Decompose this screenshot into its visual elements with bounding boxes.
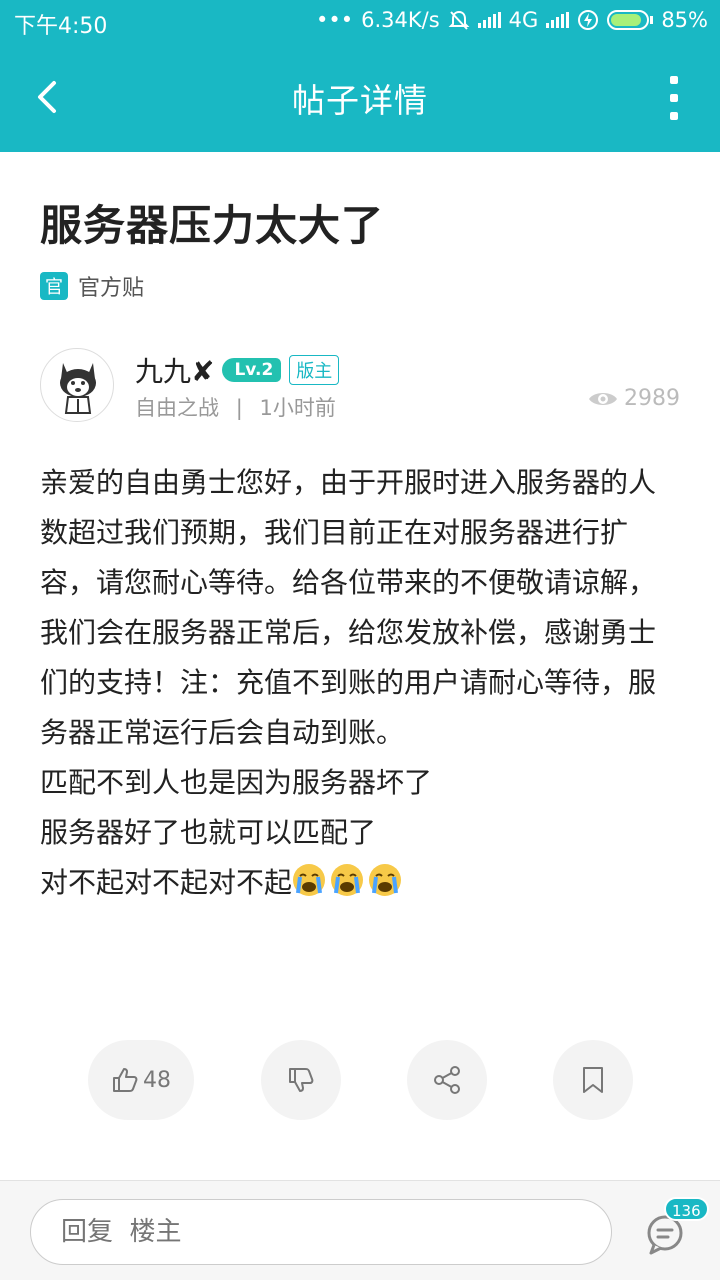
official-label: 官方贴 — [78, 276, 145, 301]
thumbs-up-icon — [113, 1068, 138, 1092]
post-actions: 48 — [0, 1040, 720, 1120]
like-count: 48 — [143, 1067, 171, 1093]
level-badge: Lv.2 — [222, 358, 282, 382]
signal-icon — [477, 12, 501, 28]
dislike-button[interactable] — [261, 1040, 341, 1120]
post-paragraph: 匹配不到人也是因为服务器坏了 — [40, 766, 433, 799]
author-name[interactable]: 九九✘ — [135, 350, 214, 390]
author-name-row: 九九✘ Lv.2 版主 — [135, 350, 340, 390]
bookmark-icon — [583, 1067, 603, 1093]
app-bar: 帖子详情 — [0, 42, 720, 152]
husky-avatar-icon — [60, 363, 96, 414]
share-icon — [434, 1066, 460, 1094]
post-section[interactable]: 自由之战 — [135, 396, 219, 420]
view-count: 2989 — [588, 386, 680, 411]
more-dot — [670, 76, 678, 84]
share-button[interactable] — [407, 1040, 487, 1120]
official-tag: 官 官方贴 — [40, 270, 144, 302]
more-dot — [670, 112, 678, 120]
moderator-badge: 版主 — [289, 355, 340, 385]
crying-face-icon — [293, 864, 326, 896]
page-title: 帖子详情 — [292, 81, 428, 120]
post-paragraph: 亲爱的自由勇士您好，由于开服时进入服务器的人数超过我们预期，我们目前正在对服务器… — [40, 466, 657, 749]
battery-level: 85% — [661, 8, 708, 32]
comment-count-badge: 136 — [664, 1197, 709, 1221]
signal-icon-2 — [546, 12, 570, 28]
reply-input[interactable] — [30, 1199, 612, 1265]
post-time: 1小时前 — [259, 396, 336, 420]
meta-separator: | — [235, 396, 243, 420]
eye-icon — [589, 392, 617, 405]
crying-face-icon — [331, 864, 364, 896]
avatar[interactable] — [40, 348, 114, 422]
post-paragraph: 服务器好了也就可以匹配了 — [40, 816, 377, 849]
post-title: 服务器压力太大了 — [40, 201, 385, 250]
post-body: 亲爱的自由勇士您好，由于开服时进入服务器的人数超过我们预期，我们目前正在对服务器… — [40, 458, 680, 908]
crying-face-icon — [369, 864, 402, 896]
status-time: 下午4:50 — [14, 14, 108, 39]
author-meta: 自由之战 | 1小时前 — [135, 392, 336, 422]
battery-icon — [607, 10, 654, 30]
network-speed: 6.34K/s — [361, 8, 440, 32]
post-last-line: 对不起对不起对不起 — [40, 858, 680, 908]
charging-icon — [578, 10, 599, 30]
reply-bar — [0, 1180, 720, 1280]
more-options-button[interactable] — [664, 76, 684, 120]
more-dots-icon: ••• — [315, 8, 354, 32]
view-count-value: 2989 — [624, 386, 680, 411]
post-paragraph: 对不起对不起对不起 — [40, 866, 293, 899]
bell-off-icon — [448, 10, 470, 30]
status-icons: ••• 6.34K/s 4G 85% — [316, 8, 708, 32]
bookmark-button[interactable] — [553, 1040, 633, 1120]
thumbs-down-icon — [289, 1068, 314, 1092]
network-type: 4G — [508, 8, 539, 32]
like-button[interactable]: 48 — [88, 1040, 194, 1120]
more-dot — [670, 94, 678, 102]
official-badge: 官 — [40, 272, 68, 300]
status-bar: 下午4:50 ••• 6.34K/s 4G 85% — [0, 0, 720, 42]
author-row: 九九✘ Lv.2 版主 自由之战 | 1小时前 2989 — [40, 346, 690, 426]
